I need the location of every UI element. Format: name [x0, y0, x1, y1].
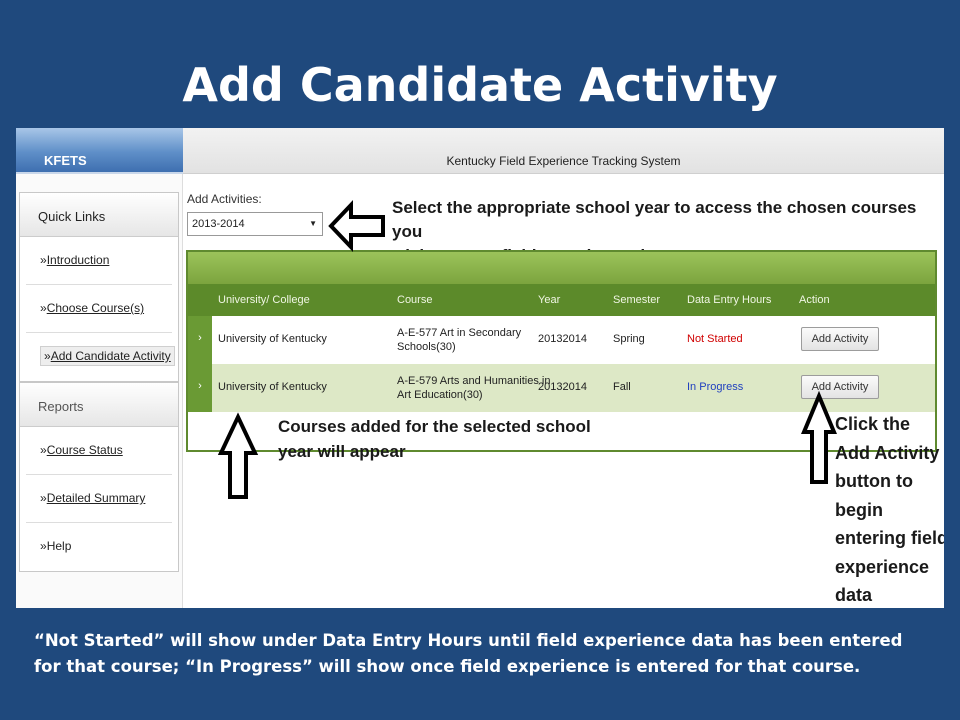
reports-panel: Reports »Course Status »Detailed Summary… — [19, 382, 179, 572]
nav-link-label[interactable]: Choose Course(s) — [47, 301, 144, 315]
quick-links-panel: Quick Links »Introduction »Choose Course… — [19, 192, 179, 382]
bullet-icon: » — [40, 539, 47, 553]
bullet-icon: » — [44, 349, 51, 363]
brand-label: KFETS — [44, 153, 87, 168]
up-arrow-icon — [217, 412, 259, 499]
nav-link-detailed-summary[interactable]: »Detailed Summary — [26, 475, 172, 523]
active-nav-highlight: »Add Candidate Activity — [40, 346, 175, 366]
nav-link-help[interactable]: »Help — [26, 523, 172, 571]
nav-link-introduction[interactable]: »Introduction — [26, 237, 172, 285]
top-bar: Kentucky Field Experience Tracking Syste… — [183, 128, 944, 174]
quick-links-heading: Quick Links — [20, 193, 178, 237]
left-arrow-icon — [328, 200, 385, 252]
nav-link-add-candidate-activity[interactable]: »Add Candidate Activity — [26, 333, 175, 381]
nav-link-label[interactable]: Introduction — [47, 253, 110, 267]
sidebar: Quick Links »Introduction »Choose Course… — [16, 174, 183, 608]
annotation-arrows — [217, 200, 837, 499]
bullet-icon: » — [40, 443, 47, 457]
nav-link-course-status[interactable]: »Course Status — [26, 427, 172, 475]
bullet-icon: » — [40, 491, 47, 505]
nav-link-choose-courses[interactable]: »Choose Course(s) — [26, 285, 172, 333]
bullet-icon: » — [40, 301, 47, 315]
slide-title: Add Candidate Activity — [182, 58, 778, 112]
nav-link-label[interactable]: Detailed Summary — [47, 491, 146, 505]
nav-link-label[interactable]: Add Candidate Activity — [51, 349, 171, 363]
bullet-icon: » — [40, 253, 47, 267]
nav-link-label[interactable]: Course Status — [47, 443, 123, 457]
reports-heading: Reports — [20, 383, 178, 427]
brand-header: KFETS — [16, 128, 183, 174]
app-screenshot: KFETS Kentucky Field Experience Tracking… — [16, 128, 944, 608]
up-arrow-icon — [801, 390, 837, 484]
nav-link-label[interactable]: Help — [47, 539, 72, 553]
main-content: Add Activities: 2013-2014 ▼ Select the a… — [183, 174, 944, 608]
slide-caption: “Not Started” will show under Data Entry… — [34, 631, 903, 676]
system-title: Kentucky Field Experience Tracking Syste… — [446, 154, 681, 168]
